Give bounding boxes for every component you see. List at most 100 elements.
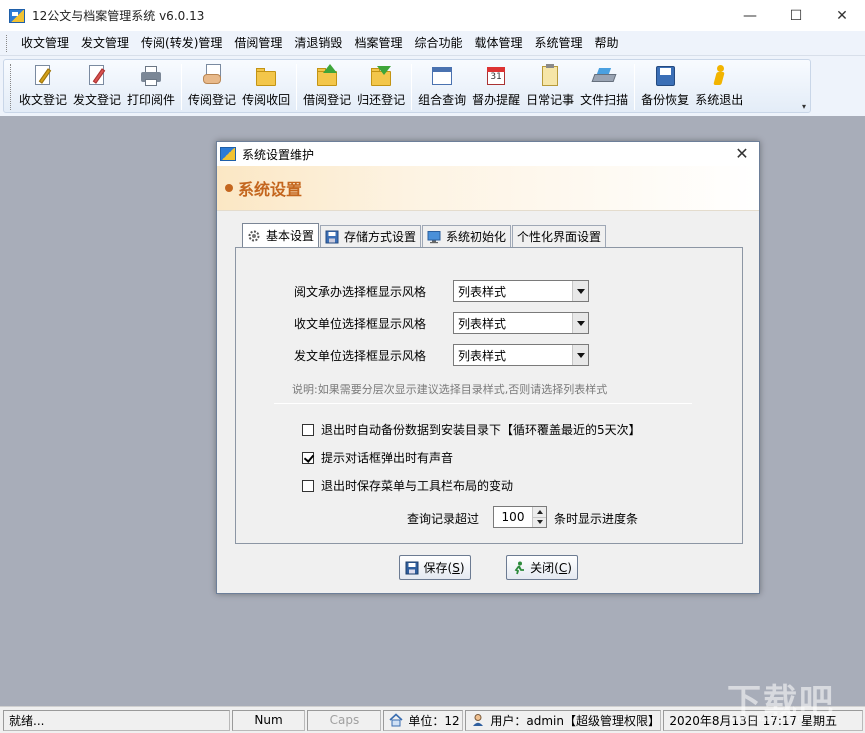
reading-style-select[interactable]: 列表样式 (453, 280, 589, 302)
status-user: 用户：admin【超级管理权限】 (465, 709, 662, 731)
gear-icon (247, 229, 261, 243)
status-unit: 单位：12 (383, 709, 464, 731)
toolbar-exit[interactable]: 系统退出 (692, 60, 746, 112)
toolbar-file-scan[interactable]: 文件扫描 (577, 60, 631, 112)
home-icon (389, 713, 403, 727)
folder-out-icon (315, 64, 339, 88)
status-unit-text: 单位：12 (408, 713, 460, 728)
tab-storage-settings[interactable]: 存储方式设置 (320, 225, 422, 247)
doc-edit-icon (31, 64, 55, 88)
minimize-button[interactable]: — (727, 0, 773, 31)
toolbar-label: 收文登记 (19, 93, 68, 107)
toolbar-circulate-register[interactable]: 传阅登记 (185, 60, 239, 112)
menu-borrow[interactable]: 借阅管理 (228, 31, 288, 56)
toolbar-grip[interactable] (10, 64, 13, 110)
close-button-label: 关闭 (530, 561, 555, 575)
save-shortcut: S (452, 560, 460, 575)
auto-backup-checkbox-row[interactable]: 退出时自动备份数据到安装目录下【循环覆盖最近的5天次】 (302, 421, 641, 438)
settings-dialog: 系统设置维护 ✕ 系统设置 基本设置 存储方式设置 系统初始化 个性化界面设置 (216, 141, 760, 594)
printer-icon (139, 64, 163, 88)
setting-label-receive-unit-style: 收文单位选择框显示风格 (294, 317, 427, 331)
toolbar-separator (296, 64, 298, 110)
runner-icon (707, 64, 731, 88)
status-ready: 就绪... (3, 709, 230, 731)
user-icon (471, 713, 485, 727)
status-caps: Caps (307, 709, 382, 731)
clipboard-icon (538, 64, 562, 88)
setting-label-reading-style: 阅文承办选择框显示风格 (294, 285, 427, 299)
toolbar-borrow-register[interactable]: 借阅登记 (300, 60, 354, 112)
tab-personalize[interactable]: 个性化界面设置 (512, 225, 607, 247)
toolbar-circulate-return[interactable]: 传阅收回 (239, 60, 293, 112)
toolbar-print[interactable]: 打印阅件 (124, 60, 178, 112)
toolbar-label: 组合查询 (418, 93, 467, 107)
query-threshold-stepper[interactable]: 100 (493, 506, 547, 528)
toolbar-supervise-reminder[interactable]: 31 督办提醒 (469, 60, 523, 112)
checkbox-label: 提示对话框弹出时有声音 (321, 451, 454, 465)
menu-bar: 收文管理 发文管理 传阅(转发)管理 借阅管理 清退销毁 档案管理 综合功能 载… (0, 31, 865, 56)
tab-basic-settings[interactable]: 基本设置 (242, 223, 320, 247)
toolbar-send-register[interactable]: 发文登记 (70, 60, 124, 112)
receive-unit-style-select[interactable]: 列表样式 (453, 312, 589, 334)
toolbar-combined-query[interactable]: 组合查询 (415, 60, 469, 112)
calendar-number: 31 (490, 72, 502, 82)
tab-label: 基本设置 (266, 229, 315, 243)
toolbar-separator (181, 64, 183, 110)
toolbar-label: 备份恢复 (641, 93, 690, 107)
dialog-titlebar[interactable]: 系统设置维护 ✕ (217, 142, 759, 166)
toolbar-overflow-button[interactable]: ▾ (797, 102, 811, 112)
toolbar-receive-register[interactable]: 收文登记 (16, 60, 70, 112)
monitor-icon (427, 230, 441, 244)
close-dialog-button[interactable]: 关闭(C) (506, 555, 578, 580)
chevron-down-icon[interactable] (572, 313, 588, 333)
send-unit-style-select[interactable]: 列表样式 (453, 344, 589, 366)
title-bar: 12公文与档案管理系统 v6.0.13 — ☐ ✕ (0, 0, 865, 31)
menu-system[interactable]: 系统管理 (528, 31, 588, 56)
query-threshold-value[interactable]: 100 (494, 507, 532, 527)
save-button[interactable]: 保存(S) (399, 555, 471, 580)
window-controls: — ☐ ✕ (727, 0, 865, 31)
toolbar-label: 借阅登记 (303, 93, 352, 107)
stepper-buttons (532, 507, 546, 527)
close-button[interactable]: ✕ (819, 0, 865, 31)
chevron-down-icon[interactable] (572, 281, 588, 301)
tab-label: 系统初始化 (446, 230, 507, 244)
toolbar-backup-restore[interactable]: 备份恢复 (638, 60, 692, 112)
maximize-button[interactable]: ☐ (773, 0, 819, 31)
auto-backup-checkbox[interactable] (302, 423, 314, 436)
select-value: 列表样式 (458, 316, 507, 331)
toolbar-return-register[interactable]: 归还登记 (354, 60, 408, 112)
toolbar-label: 日常记事 (526, 93, 575, 107)
menu-destroy[interactable]: 清退销毁 (288, 31, 348, 56)
menu-grip[interactable] (6, 34, 9, 52)
select-value: 列表样式 (458, 284, 507, 299)
toolbar-label: 传阅收回 (242, 93, 291, 107)
menu-help[interactable]: 帮助 (589, 31, 625, 56)
checkbox-label: 退出时保存菜单与工具栏布局的变动 (321, 479, 514, 493)
toolbar-separator (634, 64, 636, 110)
disk-icon (325, 230, 339, 244)
dialog-sound-checkbox-row[interactable]: 提示对话框弹出时有声音 (302, 449, 453, 466)
dialog-sound-checkbox[interactable] (302, 451, 314, 464)
menu-carrier[interactable]: 载体管理 (468, 31, 528, 56)
toolbar-label: 文件扫描 (580, 93, 629, 107)
folder-open-icon (254, 64, 278, 88)
menu-integrated[interactable]: 综合功能 (408, 31, 468, 56)
menu-circulate[interactable]: 传阅(转发)管理 (135, 31, 228, 56)
save-layout-checkbox-row[interactable]: 退出时保存菜单与工具栏布局的变动 (302, 477, 513, 494)
close-shortcut: C (558, 560, 568, 575)
stepper-down-icon[interactable] (533, 517, 546, 527)
chevron-down-icon[interactable] (572, 345, 588, 365)
bullet-icon (225, 184, 233, 192)
menu-receive[interactable]: 收文管理 (15, 31, 75, 56)
status-num: Num (231, 709, 306, 731)
menu-archive[interactable]: 档案管理 (348, 31, 408, 56)
stepper-up-icon[interactable] (533, 507, 546, 518)
tab-system-init[interactable]: 系统初始化 (422, 225, 512, 247)
save-button-label: 保存 (423, 561, 448, 575)
style-hint: 说明:如果需要分层次显示建议选择目录样式,否则请选择列表样式 (292, 383, 608, 396)
dialog-close-icon[interactable]: ✕ (733, 144, 751, 164)
toolbar-daily-notes[interactable]: 日常记事 (523, 60, 577, 112)
save-layout-checkbox[interactable] (302, 479, 314, 492)
menu-send[interactable]: 发文管理 (75, 31, 135, 56)
